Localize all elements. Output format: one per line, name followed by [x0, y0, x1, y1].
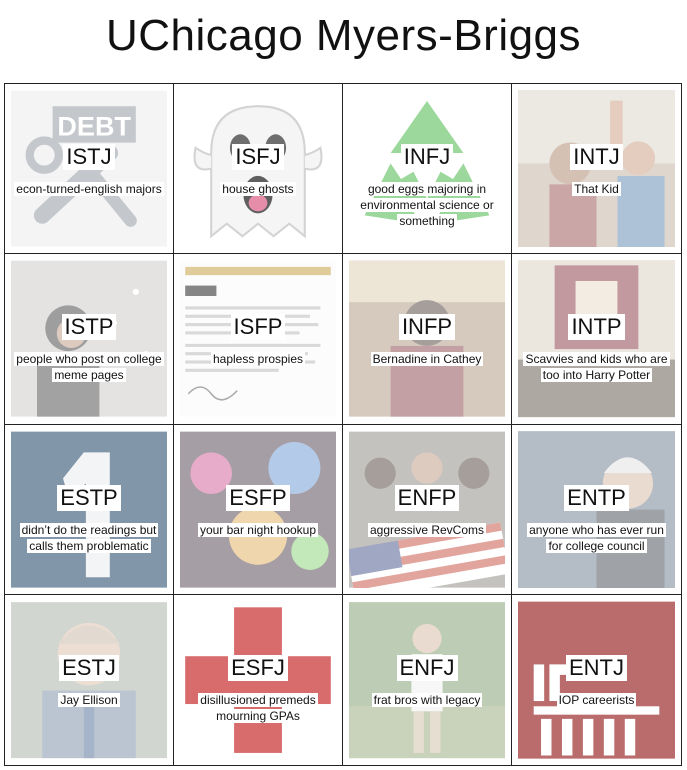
type-description: anyone who has ever run for college coun…: [527, 522, 666, 553]
type-label: ESTJ: [59, 654, 119, 681]
type-description: aggressive RevComs: [367, 522, 487, 537]
type-grid: DEBT ISTJ econ-turned-english majors ISF…: [4, 83, 682, 766]
cell-istj: DEBT ISTJ econ-turned-english majors: [5, 84, 174, 255]
type-description: frat bros with legacy: [371, 692, 483, 707]
type-description: Scavvies and kids who are too into Harry…: [523, 352, 670, 383]
type-description: econ-turned-english majors: [14, 182, 164, 196]
type-label: INFJ: [400, 144, 454, 170]
cell-isfp: ISFP hapless prospies: [174, 254, 343, 425]
cell-isfj: ISFJ house ghosts: [174, 84, 343, 255]
type-description: Jay Ellison: [58, 692, 120, 707]
type-label: ISFJ: [232, 144, 284, 170]
type-description: IOP careerists: [556, 692, 637, 707]
type-label: ENTJ: [566, 654, 627, 681]
type-label: ESTP: [57, 484, 121, 511]
cell-intj: INTJ That Kid: [512, 84, 681, 255]
type-label: ENFP: [394, 484, 460, 511]
type-description: house ghosts: [220, 182, 296, 196]
cell-estj: ESTJ Jay Ellison: [5, 594, 174, 765]
cell-istp: ISTP people who post on college meme pag…: [5, 254, 174, 425]
type-label: INTP: [568, 314, 625, 341]
type-label: ISFP: [230, 314, 286, 341]
type-description: didn’t do the readings but calls them pr…: [19, 522, 159, 553]
type-label: ESFP: [226, 484, 290, 511]
cell-infj: INFJ good eggs majoring in environmental…: [343, 84, 512, 255]
type-label: ENFJ: [396, 654, 458, 681]
cell-enfp: ENFP aggressive RevComs: [343, 424, 512, 595]
type-description: people who post on college meme pages: [14, 352, 164, 383]
type-label: INTJ: [570, 144, 623, 170]
type-label: ENTP: [564, 484, 629, 511]
type-label: ESFJ: [228, 654, 288, 681]
type-label: INFP: [398, 314, 456, 341]
cell-estp: ESTP didn’t do the readings but calls th…: [5, 424, 174, 595]
type-description: That Kid: [572, 182, 621, 196]
cell-esfp: ESFP your bar night hookup: [174, 424, 343, 595]
cell-entp: ENTP anyone who has ever run for college…: [512, 424, 681, 595]
type-description: Bernadine in Cathey: [370, 352, 484, 367]
type-label: ISTP: [61, 314, 117, 341]
page-title: UChicago Myers-Briggs: [105, 11, 582, 60]
cell-esfj: ESFJ disillusioned premeds mourning GPAs: [174, 594, 343, 765]
svg-text:DEBT: DEBT: [57, 111, 131, 141]
type-description: good eggs majoring in environmental scie…: [358, 182, 496, 228]
cell-intp: INTP Scavvies and kids who are too into …: [512, 254, 681, 425]
type-description: your bar night hookup: [197, 522, 319, 537]
type-description: disillusioned premeds mourning GPAs: [198, 692, 318, 723]
cell-entj: ENTJ IOP careerists: [512, 594, 681, 765]
cell-enfj: ENFJ frat bros with legacy: [343, 594, 512, 765]
type-label: ISTJ: [63, 144, 115, 170]
cell-infp: INFP Bernadine in Cathey: [343, 254, 512, 425]
type-description: hapless prospies: [210, 352, 306, 367]
